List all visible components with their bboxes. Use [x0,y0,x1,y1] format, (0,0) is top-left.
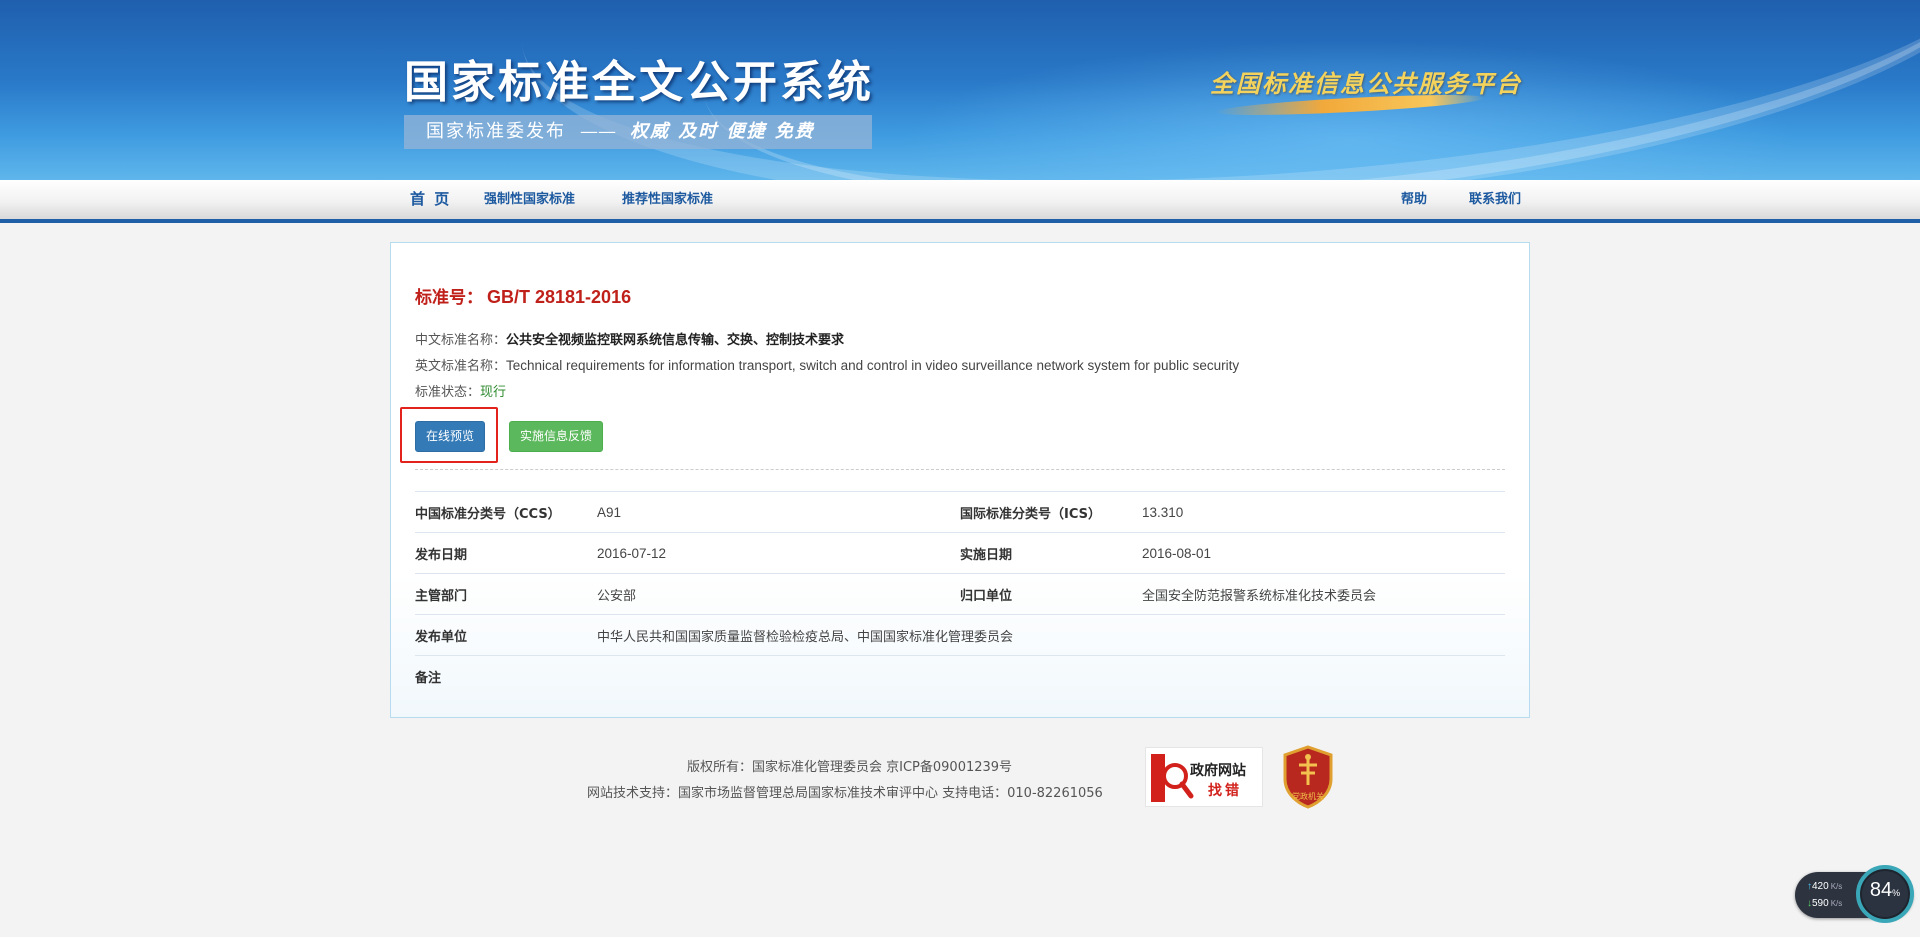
gov-badge-title: 政府网站 [1190,763,1246,779]
table-row: 备注 [415,655,1505,697]
nav-help[interactable]: 帮助 [1401,180,1427,219]
memory-usage-ring[interactable]: 84% [1856,865,1914,923]
gov-site-error-report-badge[interactable]: 政府网站 找错 [1145,747,1263,807]
remark-value [597,656,1505,697]
site-subtitle: 国家标准委发布 —— 权威 及时 便捷 免费 [404,115,872,149]
footer-tech-support: 网站技术支持：国家市场监督管理总局国家标准技术审评中心 支持电话：010-822… [587,786,1103,801]
nav-mandatory-standards[interactable]: 强制性国家标准 [484,180,575,219]
implement-date-label: 实施日期 [960,547,1013,563]
table-row: 发布单位 中华人民共和国国家质量监督检验检疫总局、中国国家标准化管理委员会 [415,614,1505,656]
site-banner: 国家标准全文公开系统 国家标准委发布 —— 权威 及时 便捷 免费 全国标准信息公共… [0,0,1920,180]
publisher-value: 中华人民共和国国家质量监督检验检疫总局、中国国家标准化管理委员会 [597,629,1014,645]
responsible-unit-value: 全国安全防范报警系统标准化技术委员会 [1142,588,1377,604]
party-badge-text: 党政机关 [1292,791,1324,801]
ics-label: 国际标准分类号（ICS） [960,506,1101,522]
standard-number-label: 标准号： [415,288,483,308]
upload-speed: ↑420 K/s [1807,881,1843,892]
subtitle-motto: 权威 及时 便捷 免费 [630,121,815,142]
gov-badge-subtitle: 找错 [1208,783,1242,799]
status-line: 标准状态：现行 [415,381,506,400]
download-speed: ↓590 K/s [1807,898,1843,909]
status-label: 标准状态： [415,385,481,400]
footer-copyright: 版权所有：国家标准化管理委员会 京ICP备09001239号 [687,760,1013,775]
publish-date-label: 发布日期 [415,547,468,563]
remark-label: 备注 [415,670,442,686]
table-row: 发布日期 2016-07-12 实施日期 2016-08-01 [415,532,1505,574]
ccs-label: 中国标准分类号（CCS） [415,506,561,522]
cn-name-label: 中文标准名称： [415,333,507,348]
ccs-value: A91 [597,504,622,520]
site-title: 国家标准全文公开系统 [404,57,874,108]
party-government-badge-icon[interactable]: 党政机关 [1281,745,1335,809]
ics-value: 13.310 [1142,504,1184,520]
nav-recommended-standards[interactable]: 推荐性国家标准 [622,180,713,219]
cn-name-line: 中文标准名称：公共安全视频监控联网系统信息传输、交换、控制技术要求 [415,329,844,348]
publisher-label: 发布单位 [415,629,468,645]
platform-slogan: 全国标准信息公共服务平台 [1210,69,1522,98]
competent-dept-label: 主管部门 [415,588,468,604]
nav-contact-us[interactable]: 联系我们 [1469,180,1521,219]
implementation-feedback-button[interactable]: 实施信息反馈 [509,421,603,452]
table-row: 主管部门 公安部 归口单位 全国安全防范报警系统标准化技术委员会 [415,573,1505,615]
standard-number: 标准号： GB/T 28181-2016 [415,283,631,308]
dashed-divider [415,469,1505,470]
publish-date-value: 2016-07-12 [597,545,667,561]
implement-date-value: 2016-08-01 [1142,545,1212,561]
en-name-line: 英文标准名称：Technical requirements for inform… [415,355,1239,374]
table-row: 中国标准分类号（CCS） A91 国际标准分类号（ICS） 13.310 [415,491,1505,533]
cn-name-value: 公共安全视频监控联网系统信息传输、交换、控制技术要求 [506,333,845,348]
competent-dept-value: 公安部 [597,588,637,604]
standard-meta-table: 中国标准分类号（CCS） A91 国际标准分类号（ICS） 13.310 发布日… [415,491,1505,697]
standard-detail-panel: 标准号： GB/T 28181-2016 中文标准名称：公共安全视频监控联网系统信… [390,242,1530,718]
usage-percent: 84% [1869,879,1901,901]
en-name-value: Technical requirements for information t… [506,358,1240,373]
online-preview-button[interactable]: 在线预览 [415,421,485,452]
subtitle-separator: —— [580,121,616,142]
responsible-unit-label: 归口单位 [960,588,1013,604]
status-value: 现行 [480,385,507,400]
main-nav: 首 页 强制性国家标准 推荐性国家标准 帮助 联系我们 [0,180,1920,223]
en-name-label: 英文标准名称： [415,359,507,374]
subtitle-issuer: 国家标准委发布 [426,121,566,142]
nav-home[interactable]: 首 页 [410,180,451,219]
standard-number-value: GB/T 28181-2016 [487,287,632,307]
